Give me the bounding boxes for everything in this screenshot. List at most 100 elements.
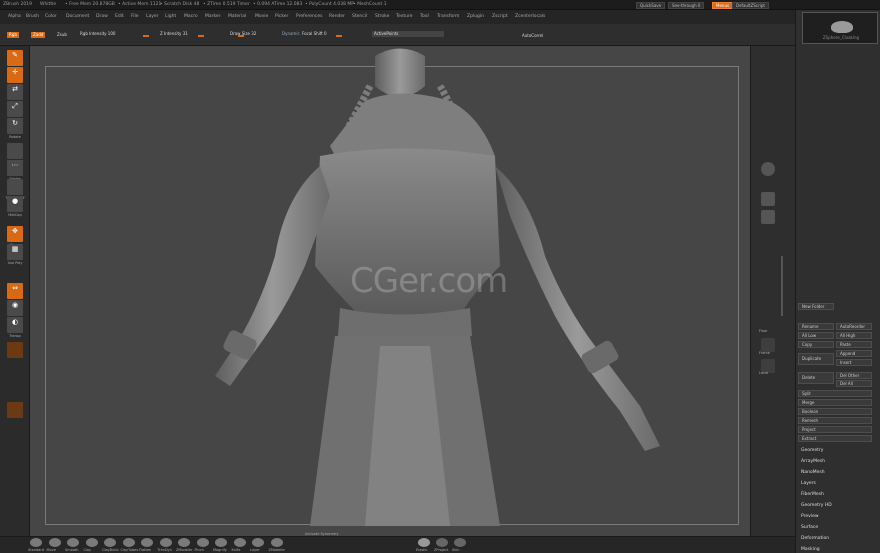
menu-zscript[interactable]: Zscript bbox=[492, 14, 508, 19]
split-button[interactable]: Split bbox=[798, 390, 872, 397]
brush-zmodeler-icon[interactable] bbox=[270, 538, 283, 547]
menu-tool[interactable]: Tool bbox=[420, 14, 429, 19]
menus-button[interactable]: Menus bbox=[712, 2, 734, 9]
focal-shift-slider[interactable]: Focal Shift 0 bbox=[300, 31, 342, 37]
duplicate-button[interactable]: Duplicate bbox=[798, 353, 834, 365]
menu-document[interactable]: Document bbox=[66, 14, 89, 19]
remesh-button[interactable]: Remesh bbox=[798, 417, 872, 424]
menu-texture[interactable]: Texture bbox=[396, 14, 412, 19]
brush-claytubes-icon[interactable] bbox=[122, 538, 135, 547]
brush-zmodeler-icon[interactable] bbox=[178, 538, 190, 547]
menu-file[interactable]: File bbox=[131, 14, 139, 19]
all-high-button[interactable]: All High bbox=[836, 332, 872, 339]
tool-rotate-button[interactable]: ↻ bbox=[7, 118, 23, 134]
brush-claybuild-icon[interactable] bbox=[104, 538, 116, 547]
menu-preferences[interactable]: Preferences bbox=[296, 14, 322, 19]
new-folder-button[interactable]: New Folder bbox=[798, 303, 834, 310]
dynamic-button[interactable]: Dynamic bbox=[280, 31, 302, 37]
menu-render[interactable]: Render bbox=[329, 14, 345, 19]
draw-size-slider[interactable]: Draw Size 32 bbox=[228, 31, 258, 37]
append-button[interactable]: Append bbox=[836, 350, 872, 357]
tool-scale-button[interactable]: ⤢ bbox=[7, 101, 23, 117]
menu-transform[interactable]: Transform bbox=[437, 14, 459, 19]
menu-light[interactable]: Light bbox=[165, 14, 176, 19]
tool-slot-14-button[interactable] bbox=[7, 342, 23, 358]
activate-symmetry-label[interactable]: Activate Symmetry bbox=[305, 532, 339, 536]
brush-pinch-icon[interactable] bbox=[196, 538, 209, 547]
frame-icon[interactable] bbox=[761, 338, 775, 352]
rgb-intensity-slider[interactable]: Rgb Intensity 100 bbox=[78, 31, 149, 37]
menu-picker[interactable]: Picker bbox=[275, 14, 288, 19]
tool-alpha-off-button[interactable] bbox=[7, 143, 23, 159]
tool-l-sym-button[interactable]: ⇔ bbox=[7, 283, 23, 299]
material-elastic-icon[interactable] bbox=[418, 538, 430, 547]
insert-button[interactable]: Insert bbox=[836, 359, 872, 366]
tool-stroke-button[interactable]: ⋯ bbox=[7, 160, 23, 176]
sphere-icon[interactable] bbox=[761, 162, 775, 176]
brush-flatten-icon[interactable] bbox=[141, 538, 153, 547]
brush-knife-icon[interactable] bbox=[233, 538, 246, 547]
rgb-button[interactable]: Rgb bbox=[7, 32, 19, 38]
brush-clay-icon[interactable] bbox=[85, 538, 98, 547]
paste-button[interactable]: Paste bbox=[836, 341, 872, 348]
palette-fibermesh[interactable]: FiberMesh bbox=[801, 492, 824, 497]
brush-trimdyn-icon[interactable] bbox=[159, 538, 172, 547]
menu-color[interactable]: Color bbox=[45, 14, 57, 19]
brush-layer-icon[interactable] bbox=[252, 538, 264, 547]
see-through-slider[interactable]: See-through 0 bbox=[668, 2, 705, 9]
tool-transp-button[interactable]: ◐ bbox=[7, 317, 23, 333]
menu-macro[interactable]: Macro bbox=[184, 14, 198, 19]
project-button[interactable]: Project bbox=[798, 426, 872, 433]
menu-movie[interactable]: Movie bbox=[255, 14, 268, 19]
brush-smooth-icon[interactable] bbox=[67, 538, 79, 547]
rename-button[interactable]: Rename bbox=[798, 323, 834, 330]
palette-geometry-hd[interactable]: Geometry HD bbox=[801, 503, 832, 508]
palette-layers[interactable]: Layers bbox=[801, 481, 816, 486]
menu-draw[interactable]: Draw bbox=[96, 14, 108, 19]
document-viewport[interactable]: CGer.com bbox=[30, 46, 750, 536]
menu-brush[interactable]: Brush bbox=[26, 14, 39, 19]
all-low-button[interactable]: All Low bbox=[798, 332, 834, 339]
tool-draw-button[interactable]: ✛ bbox=[7, 67, 23, 83]
del-other-button[interactable]: Del Other bbox=[836, 372, 872, 379]
zoom-scrollbar[interactable] bbox=[781, 256, 783, 316]
autoreorder-button[interactable]: AutoReorder bbox=[836, 323, 872, 330]
palette-nanomesh[interactable]: NanoMesh bbox=[801, 470, 825, 475]
subtool-thumbnail[interactable]: ZSphere_Cloaking bbox=[802, 12, 878, 44]
tool-edit-button[interactable]: ✎ bbox=[7, 50, 23, 66]
brush-standard-icon[interactable] bbox=[30, 538, 42, 547]
tool-move-button[interactable]: ⇄ bbox=[7, 84, 23, 100]
tool-gizmo-button[interactable]: ✥ bbox=[7, 226, 23, 242]
menu-layer[interactable]: Layer bbox=[146, 14, 159, 19]
menu-material[interactable]: Material bbox=[228, 14, 246, 19]
tool-solo-button[interactable]: ◉ bbox=[7, 300, 23, 316]
extract-button[interactable]: Extract bbox=[798, 435, 872, 442]
delete-button[interactable]: Delete bbox=[798, 372, 834, 384]
default-zscript-button[interactable]: DefaultZScript bbox=[732, 2, 769, 9]
tool-use-poly-button[interactable]: ▦ bbox=[7, 244, 23, 260]
tool-matcap-button[interactable]: ● bbox=[7, 196, 23, 212]
menu-zplugin[interactable]: Zplugin bbox=[467, 14, 484, 19]
zsub-button[interactable]: Zsub bbox=[55, 32, 69, 38]
menu-marker[interactable]: Marker bbox=[205, 14, 221, 19]
brush-move-icon[interactable] bbox=[48, 538, 61, 547]
tool-slot-15-button[interactable] bbox=[7, 402, 23, 418]
material-icon[interactable] bbox=[761, 192, 775, 206]
copy-button[interactable]: Copy bbox=[798, 341, 834, 348]
material-zproject-icon[interactable] bbox=[436, 538, 448, 547]
palette-surface[interactable]: Surface bbox=[801, 525, 818, 530]
boolean-button[interactable]: Boolean bbox=[798, 408, 872, 415]
merge-button[interactable]: Merge bbox=[798, 399, 872, 406]
menu-stencil[interactable]: Stencil bbox=[352, 14, 367, 19]
brush-magnify-icon[interactable] bbox=[215, 538, 227, 547]
menu-stroke[interactable]: Stroke bbox=[375, 14, 389, 19]
tool-texture-off-button[interactable] bbox=[7, 179, 23, 195]
quicksave-button[interactable]: QuickSave bbox=[636, 2, 666, 9]
z-intensity-slider[interactable]: Z Intensity 31 bbox=[158, 31, 204, 37]
palette-arraymesh[interactable]: ArrayMesh bbox=[801, 459, 825, 464]
material-skin-icon[interactable] bbox=[454, 538, 466, 547]
palette-preview[interactable]: Preview bbox=[801, 514, 819, 519]
palette-deformation[interactable]: Deformation bbox=[801, 536, 829, 541]
palette-geometry[interactable]: Geometry bbox=[801, 448, 823, 453]
menu-edit[interactable]: Edit bbox=[115, 14, 124, 19]
